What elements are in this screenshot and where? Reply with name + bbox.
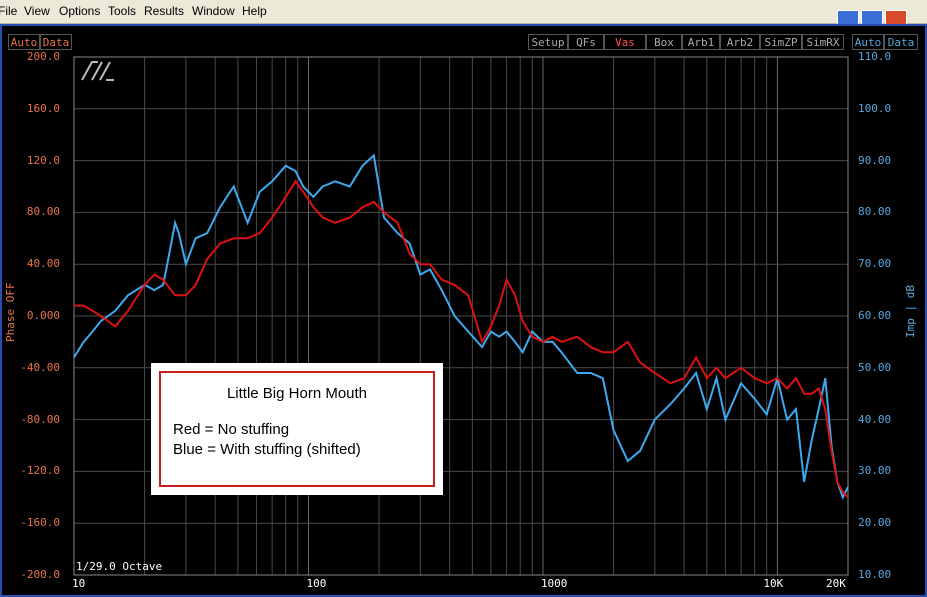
data-button-left[interactable]: Data [40,34,72,50]
menu-view[interactable]: View [24,4,50,18]
arb1-tab[interactable]: Arb1 [682,34,720,50]
window-controls [837,10,927,24]
left-tick-label: -160.0 [20,516,60,530]
menu-bar: File View Options Tools Results Window H… [0,0,927,24]
data-button-right[interactable]: Data [884,34,918,50]
left-tick-label: 160.0 [26,101,60,115]
menu-window[interactable]: Window [192,4,235,18]
left-tick-label: -200.0 [20,568,60,581]
close-icon[interactable] [885,10,907,24]
menu-results[interactable]: Results [144,4,184,18]
left-tick-label: 200.0 [26,50,60,63]
simrx-tab[interactable]: SimRX [802,34,844,50]
x-tick-label: 20K [826,577,846,590]
right-axis-title: Imp | dB [904,285,917,338]
simzp-tab[interactable]: SimZP [760,34,802,50]
left-tick-label: -40.00 [20,360,60,374]
plot-window [0,24,927,597]
left-tick-label: -120.0 [20,464,60,478]
legend-title: Little Big Horn Mouth [226,385,368,402]
vas-tab[interactable]: Vas [604,34,646,50]
right-tick-label: 30.00 [858,464,892,478]
legend-box: Little Big Horn Mouth Red = No stuffing … [151,363,443,495]
left-tick-label: 80.00 [26,205,60,219]
x-tick-label: 10K [763,577,784,590]
qfs-tab[interactable]: QFs [568,34,604,50]
right-tick-label: 40.00 [858,412,892,426]
x-tick-label: 10 [72,577,86,590]
menu-options[interactable]: Options [59,4,100,18]
menu-help[interactable]: Help [242,4,267,18]
right-tick-label: 100.0 [858,101,892,115]
left-axis-title: Phase OFF [4,282,17,342]
maximize-icon[interactable] [861,10,883,24]
menu-file[interactable]: File [0,4,17,18]
right-tick-label: 80.00 [858,205,892,219]
box-tab[interactable]: Box [646,34,682,50]
right-tick-label: 110.0 [858,50,892,63]
legend-frame: Little Big Horn Mouth Red = No stuffing … [159,371,435,487]
setup-tab[interactable]: Setup [528,34,568,50]
right-tick-label: 60.00 [858,309,892,322]
right-tick-label: 20.00 [858,516,892,530]
minimize-icon[interactable] [837,10,859,24]
menu-tools[interactable]: Tools [108,4,136,18]
right-axis-title-wrap: Imp | dB [904,285,926,339]
right-tick-label: 70.00 [858,257,892,271]
legend-line-blue: Blue = With stuffing (shifted) [173,441,361,458]
left-tick-label: 120.0 [26,153,60,167]
arb2-tab[interactable]: Arb2 [720,34,760,50]
left-tick-label: 40.00 [26,257,60,271]
octave-label: 1/29.0 Octave [76,560,163,573]
legend-line-red: Red = No stuffing [173,421,290,438]
left-tick-label: -80.00 [20,412,60,426]
x-tick-label: 100 [306,577,327,590]
x-tick-label: 1000 [540,577,568,590]
right-tick-label: 50.00 [858,360,892,374]
right-tick-label: 90.00 [858,153,892,167]
right-tick-label: 10.00 [858,568,892,581]
auto-button-left[interactable]: Auto [8,34,40,50]
auto-button-right[interactable]: Auto [852,34,884,50]
left-axis-title-wrap: Phase OFF [4,282,26,343]
